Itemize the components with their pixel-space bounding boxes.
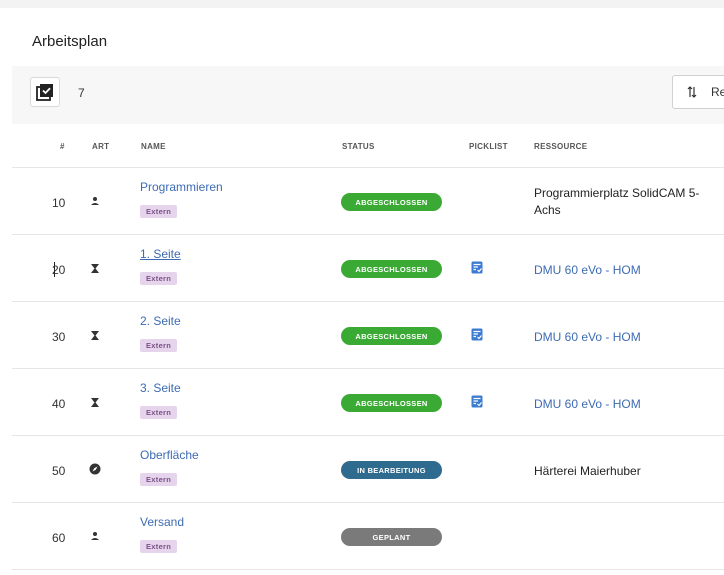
extern-tag: Extern — [140, 540, 178, 553]
col-header-ressource[interactable]: RESSOURCE — [534, 142, 587, 151]
operation-name-link[interactable]: 2. Seite — [140, 314, 181, 328]
sort-button-label: Re — [711, 85, 724, 99]
table-header: # ART NAME STATUS PICKLIST RESSOURCE — [12, 124, 724, 168]
sort-icon — [687, 86, 697, 98]
panel-title: Arbeitsplan — [32, 33, 108, 50]
resource-text: Programmierplatz SolidCAM 5-Achs — [534, 186, 700, 217]
col-header-status[interactable]: STATUS — [342, 142, 375, 151]
table-row[interactable]: 50 Oberfläche Extern IN BEARBEITUNG Härt… — [12, 436, 724, 503]
operation-name-link[interactable]: 1. Seite — [140, 247, 181, 261]
extern-tag: Extern — [140, 205, 178, 218]
row-number: 20 — [52, 263, 66, 277]
table-row[interactable]: 10 Programmieren Extern ABGESCHLOSSEN Pr… — [12, 168, 724, 235]
extern-tag: Extern — [140, 272, 178, 285]
col-header-art[interactable]: ART — [92, 142, 109, 151]
col-header-number[interactable]: # — [60, 142, 65, 151]
col-header-name[interactable]: NAME — [141, 142, 166, 151]
row-number: 50 — [52, 464, 66, 478]
hourglass-icon — [87, 394, 103, 410]
status-badge: ABGESCHLOSSEN — [341, 193, 442, 211]
picklist-icon[interactable] — [471, 328, 485, 342]
picklist-icon[interactable] — [471, 395, 485, 409]
picklist-icon[interactable] — [471, 261, 485, 275]
resource-text: Härterei Maierhuber — [534, 464, 641, 478]
row-number: 10 — [52, 196, 66, 210]
selected-count: 7 — [78, 86, 85, 100]
extern-tag: Extern — [140, 339, 178, 352]
extern-tag: Extern — [140, 406, 178, 419]
operation-name-link[interactable]: Oberfläche — [140, 448, 199, 462]
status-badge: IN BEARBEITUNG — [341, 461, 442, 479]
select-all-checkbox[interactable] — [30, 77, 60, 107]
arbeitsplan-panel: Arbeitsplan 7 Re # ART NAME STATUS PICKL… — [12, 8, 724, 575]
col-header-picklist[interactable]: PICKLIST — [469, 142, 508, 151]
status-badge: ABGESCHLOSSEN — [341, 394, 442, 412]
table-row[interactable]: 30 2. Seite Extern ABGESCHLOSSEN DMU 60 … — [12, 302, 724, 369]
operation-name-link[interactable]: Programmieren — [140, 180, 223, 194]
hourglass-icon — [87, 260, 103, 276]
resource-link[interactable]: DMU 60 eVo - HOM — [534, 396, 641, 413]
hourglass-icon — [87, 327, 103, 343]
top-strip — [0, 0, 724, 8]
row-number: 40 — [52, 397, 66, 411]
row-number: 60 — [52, 531, 66, 545]
row-number: 30 — [52, 330, 66, 344]
person-icon — [87, 193, 103, 209]
sort-button[interactable]: Re — [672, 75, 724, 109]
table-row[interactable]: 40 3. Seite Extern ABGESCHLOSSEN DMU 60 … — [12, 369, 724, 436]
extern-tag: Extern — [140, 473, 178, 486]
checkbox-multiple-icon — [36, 84, 53, 101]
resource-link[interactable]: DMU 60 eVo - HOM — [534, 262, 641, 279]
compass-icon — [87, 461, 103, 477]
status-badge: GEPLANT — [341, 528, 442, 546]
table-row[interactable]: 60 Versand Extern GEPLANT — [12, 503, 724, 570]
resource-link[interactable]: DMU 60 eVo - HOM — [534, 329, 641, 346]
toolbar: 7 Re — [12, 66, 724, 124]
status-badge: ABGESCHLOSSEN — [341, 260, 442, 278]
status-badge: ABGESCHLOSSEN — [341, 327, 442, 345]
person-icon — [87, 528, 103, 544]
operation-name-link[interactable]: Versand — [140, 515, 184, 529]
table-row[interactable]: 20 1. Seite Extern ABGESCHLOSSEN DMU 60 … — [12, 235, 724, 302]
operation-name-link[interactable]: 3. Seite — [140, 381, 181, 395]
